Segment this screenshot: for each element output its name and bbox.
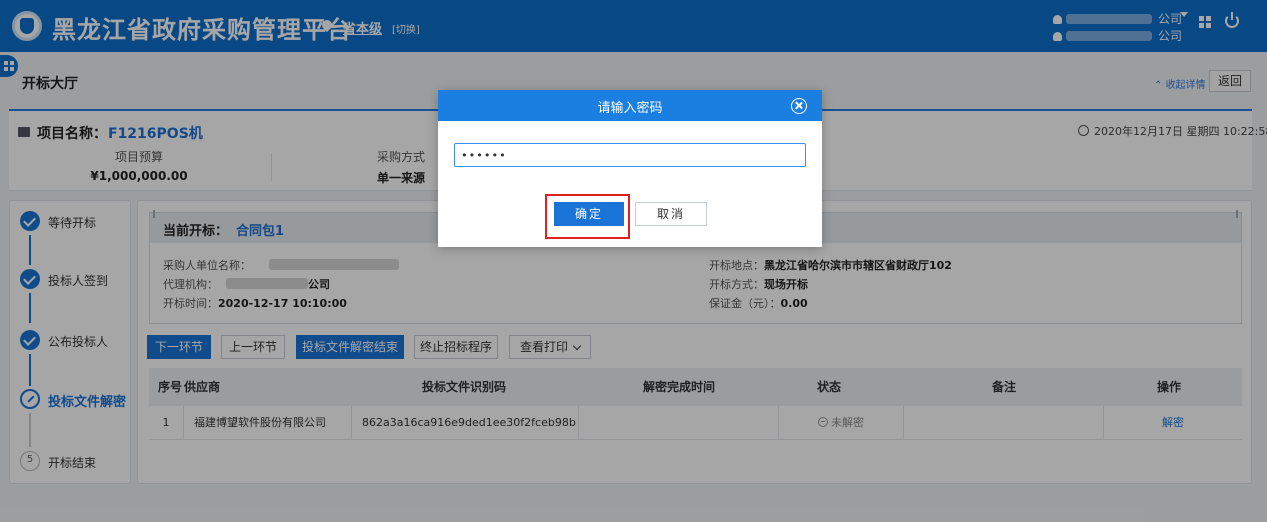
password-input[interactable]	[454, 143, 806, 167]
password-dialog: 请输入密码 确定 取消	[438, 90, 822, 247]
cancel-button[interactable]: 取消	[635, 202, 707, 226]
modal-overlay	[0, 0, 1267, 522]
dialog-header: 请输入密码	[438, 90, 822, 121]
close-icon[interactable]	[791, 98, 807, 114]
dialog-title: 请输入密码	[597, 101, 663, 116]
confirm-button[interactable]: 确定	[554, 202, 624, 226]
